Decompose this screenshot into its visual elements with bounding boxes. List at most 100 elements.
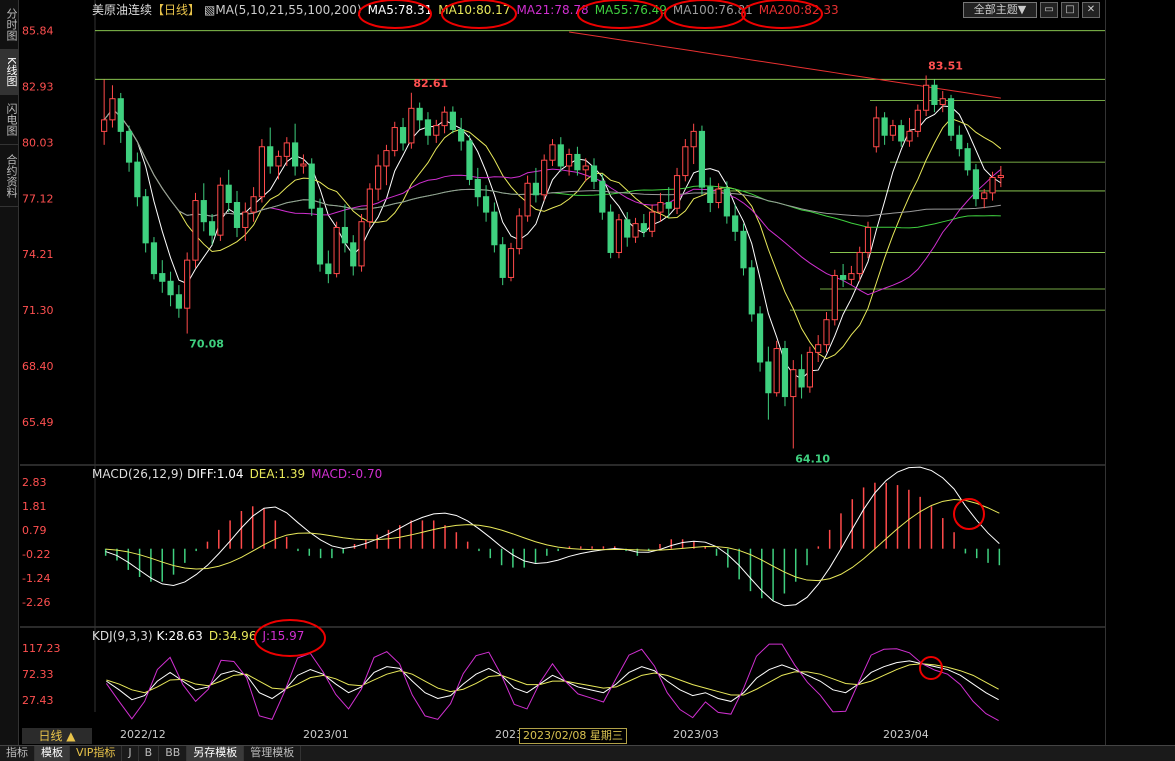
right-axis-panel — [1105, 0, 1175, 745]
tab-flash[interactable]: 闪电图 — [0, 95, 18, 145]
tab-manage-templates[interactable]: 管理模板 — [244, 746, 302, 761]
x-axis-label: 2023/04 — [883, 728, 929, 741]
candle — [715, 188, 722, 203]
candle — [649, 211, 656, 232]
tab-save-template[interactable]: 另存模板 — [187, 746, 245, 761]
candle — [682, 146, 689, 177]
candle — [175, 294, 182, 309]
candle — [242, 211, 249, 228]
price-tick-left: 77.12 — [22, 192, 54, 205]
candle — [640, 223, 647, 232]
kdj-label: KDJ(9,3,3) — [92, 629, 153, 643]
candle — [947, 98, 955, 136]
candle — [923, 84, 930, 111]
price-tick-left: 85.84 — [22, 25, 54, 38]
candle — [956, 134, 963, 150]
candle — [582, 165, 589, 171]
tab-templates[interactable]: 模板 — [35, 746, 70, 761]
candle — [931, 84, 938, 105]
candle — [150, 242, 158, 275]
macd-tick-left: -2.26 — [22, 596, 50, 609]
candle — [325, 263, 332, 275]
candle — [574, 153, 581, 171]
candle — [632, 223, 639, 238]
candle — [732, 215, 739, 232]
macd-tick-left: -1.24 — [22, 572, 50, 585]
candle — [765, 361, 772, 394]
macd-tick-left: 1.81 — [22, 500, 47, 513]
candle — [300, 163, 307, 167]
tab-timeshare[interactable]: 分时图 — [0, 0, 18, 50]
candle — [806, 351, 813, 388]
candle — [101, 119, 108, 132]
tab-contract-info[interactable]: 合约资料 — [0, 145, 18, 207]
macd-tick-left: 2.83 — [22, 476, 47, 489]
macd-diff-line — [105, 466, 1000, 607]
candle — [341, 226, 349, 244]
price-tick-left: 74.21 — [22, 248, 54, 261]
price-tick-left: 65.49 — [22, 416, 54, 429]
cursor-date-tooltip: 2023/02/08 星期三 — [519, 728, 627, 744]
candle — [424, 119, 432, 136]
candle — [673, 175, 681, 209]
ma-value-3: MA55:76.49 — [595, 3, 667, 17]
candle — [781, 348, 789, 398]
tab-bb[interactable]: BB — [159, 746, 188, 761]
candle — [898, 125, 905, 142]
candle — [848, 273, 855, 280]
candle — [864, 226, 872, 253]
candle — [873, 117, 880, 148]
tab-j[interactable]: J — [122, 746, 139, 761]
macd-value: MACD:-0.70 — [311, 467, 382, 481]
chart-header: 美原油连续【日线】 ▧MA(5,10,21,55,100,200) MA5:78.3… — [92, 2, 839, 17]
candle — [748, 267, 755, 315]
candle — [831, 275, 838, 321]
candle — [466, 140, 473, 180]
candle — [516, 215, 523, 250]
candle — [333, 226, 340, 275]
candle — [566, 153, 573, 167]
candle — [964, 148, 971, 171]
candle — [557, 144, 564, 167]
tab-b[interactable]: B — [139, 746, 160, 761]
candle — [524, 182, 531, 217]
tab-vip-indicators[interactable]: VIP指标 — [70, 746, 123, 761]
left-sidebar: 分时图 K线图 闪电图 合约资料 — [0, 0, 19, 745]
kdj-tick-left: 117.23 — [22, 642, 61, 655]
symbol-name: 美原油连续 — [92, 2, 152, 17]
candle — [375, 165, 382, 190]
candle — [408, 107, 415, 144]
x-axis-label: 2023/01 — [303, 728, 349, 741]
tab-indicators[interactable]: 指标 — [0, 746, 35, 761]
candle — [532, 182, 539, 196]
candle — [590, 165, 598, 182]
candle — [474, 178, 481, 198]
candle — [167, 280, 174, 296]
candle — [624, 219, 631, 238]
candle — [142, 196, 149, 244]
candle — [657, 201, 664, 213]
kdj-tick-left: 72.33 — [22, 668, 54, 681]
candle — [416, 107, 423, 121]
price-tick-left: 80.03 — [22, 136, 54, 149]
candle — [690, 130, 697, 148]
ma-value-4: MA100:76.81 — [673, 3, 753, 17]
candle — [200, 200, 207, 223]
candle — [267, 146, 274, 167]
candle — [839, 275, 847, 280]
candle — [109, 98, 116, 121]
candle — [125, 130, 133, 163]
tab-kline[interactable]: K线图 — [0, 50, 18, 95]
candle — [159, 273, 166, 282]
candle — [549, 144, 556, 161]
candle — [482, 196, 490, 213]
candle — [823, 319, 830, 346]
macd-dea: DEA:1.39 — [250, 467, 306, 481]
chart-canvas[interactable]: 美原油连续【日线】 ▧MA(5,10,21,55,100,200) MA5:78.3… — [20, 0, 1105, 745]
period-selector[interactable]: 日线 ▲ — [22, 728, 92, 744]
candle — [217, 184, 224, 236]
candle — [250, 196, 257, 213]
candle — [989, 177, 996, 194]
candle — [499, 244, 506, 278]
candle — [740, 230, 747, 269]
